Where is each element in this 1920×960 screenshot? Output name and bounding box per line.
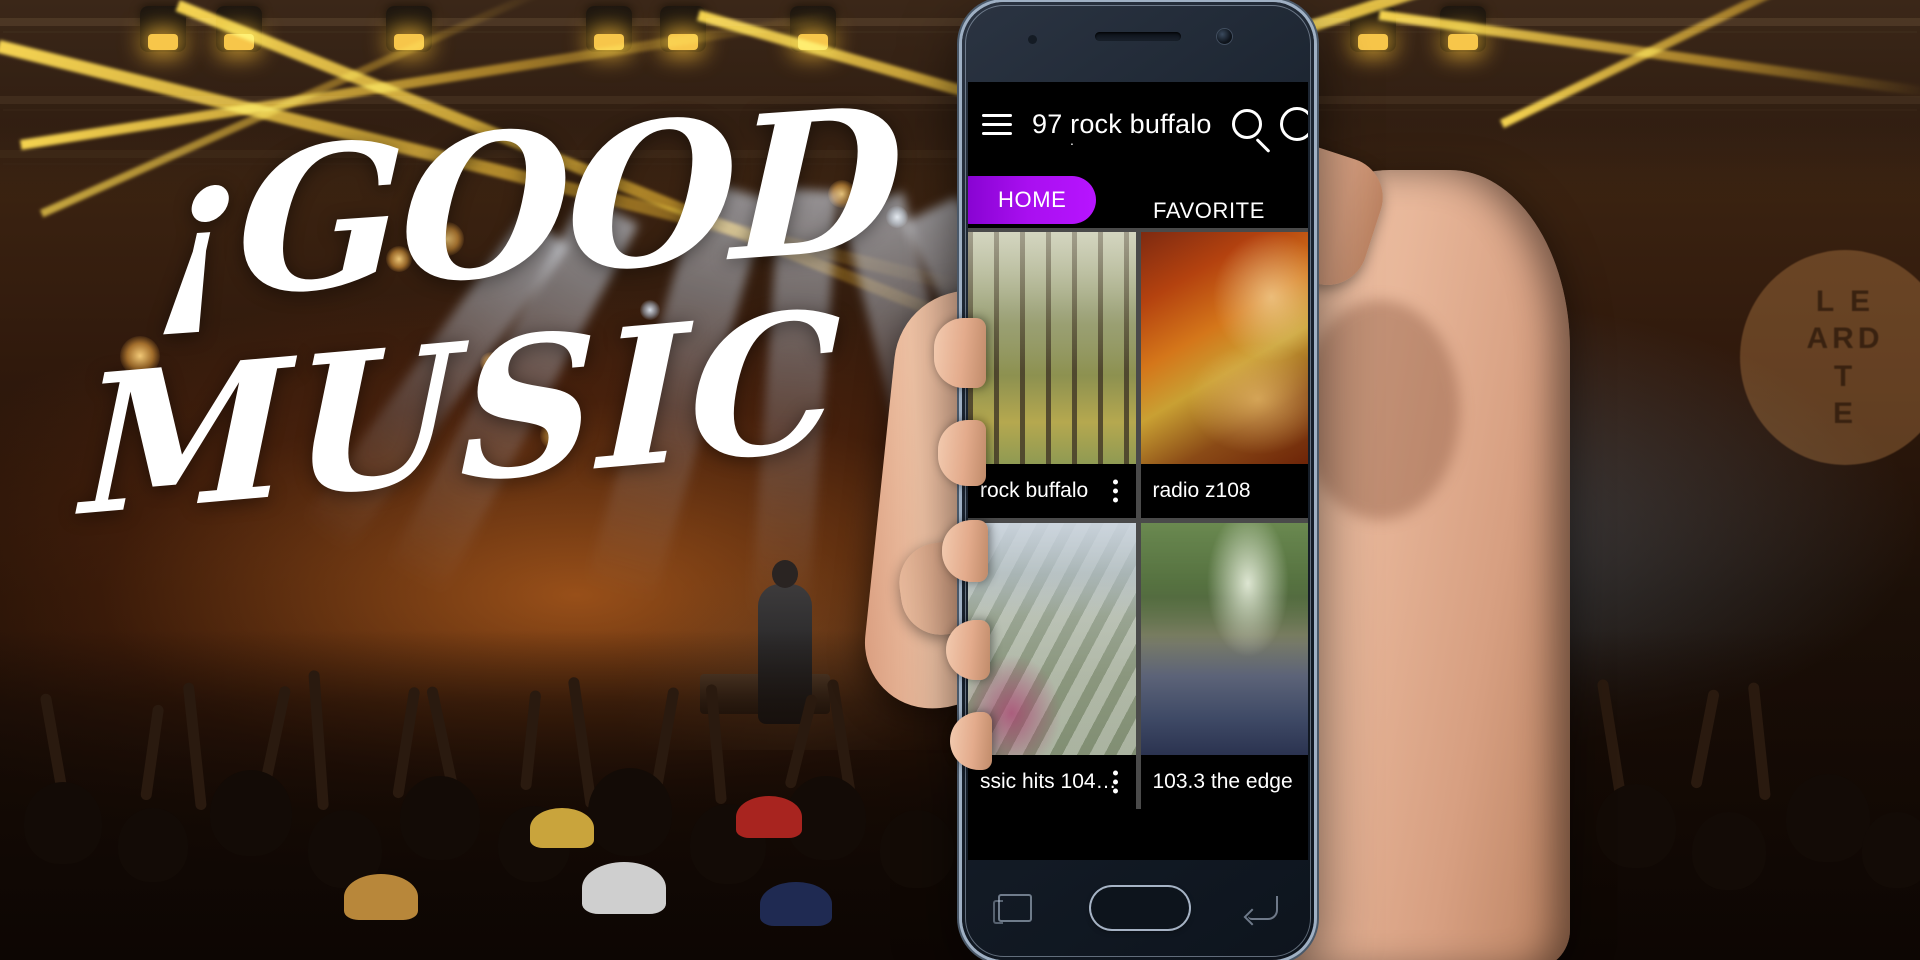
station-artwork: [1140, 523, 1308, 755]
bokeh-light: [120, 336, 160, 376]
raised-arm: [1690, 688, 1720, 790]
station-name: 103.3 the edge: [1152, 770, 1293, 793]
proximity-sensor: [1028, 35, 1037, 44]
station-tile[interactable]: 103.3 the edge: [1140, 523, 1308, 809]
venue-logo-line: L E: [1815, 284, 1875, 318]
home-button[interactable]: [1090, 887, 1189, 929]
crowd-head: [24, 782, 102, 864]
station-tile[interactable]: radio z108: [1140, 232, 1308, 518]
earpiece-speaker: [1095, 32, 1181, 41]
station-name: ssic hits 104…: [980, 770, 1117, 793]
station-label-row: 103.3 the edge: [1140, 755, 1308, 809]
bokeh-light: [886, 206, 908, 228]
tab-home[interactable]: HOME: [968, 176, 1097, 224]
recents-button[interactable]: [992, 894, 1032, 924]
raised-arm: [784, 693, 819, 790]
crowd-head: [210, 770, 292, 856]
crowd-head: [118, 808, 188, 882]
raised-arm: [182, 682, 207, 811]
app-title: 97 rock buffalo .: [1032, 108, 1212, 148]
fingertip: [938, 420, 986, 486]
raised-arm: [705, 683, 727, 805]
raised-arm: [140, 704, 165, 801]
venue-logo-line: T: [1833, 359, 1857, 393]
bokeh-light: [480, 352, 502, 374]
tab-favorite[interactable]: FAVORITE: [1153, 187, 1265, 235]
raised-arm: [392, 686, 421, 799]
bokeh-light: [760, 212, 784, 236]
venue-logo-line: E: [1832, 397, 1857, 430]
front-camera: [1217, 29, 1232, 44]
station-label-row: rock buffalo: [968, 464, 1136, 518]
raised-arm: [567, 676, 597, 809]
truss-beam: [0, 18, 1920, 26]
bokeh-light: [640, 300, 660, 320]
station-artwork: [968, 523, 1136, 755]
raised-arm: [308, 669, 329, 811]
kebab-icon[interactable]: [1112, 767, 1118, 798]
tab-bar: HOME FAVORITE RECENT: [968, 166, 1308, 228]
crowd-head: [880, 810, 954, 888]
search-icon[interactable]: [1232, 109, 1262, 139]
station-artwork: [1140, 232, 1308, 464]
station-label-row: ssic hits 104…: [968, 755, 1136, 809]
header-actions: [1232, 82, 1308, 166]
palm-shading: [1300, 300, 1460, 520]
crowd-cap: [582, 862, 666, 914]
circle-icon[interactable]: [1280, 107, 1308, 141]
raised-arm: [1596, 678, 1627, 803]
crowd-head: [1862, 812, 1920, 888]
back-button[interactable]: [1248, 896, 1279, 920]
app-header: 97 rock buffalo .: [968, 82, 1308, 166]
system-navigation-bar: [968, 860, 1308, 956]
crowd-cap: [344, 874, 418, 920]
hamburger-icon[interactable]: [982, 108, 1012, 141]
fingertip: [934, 318, 986, 388]
crowd-cap: [736, 796, 802, 838]
raised-arm: [1747, 682, 1771, 801]
bokeh-light: [540, 420, 570, 450]
bokeh-light: [386, 246, 412, 272]
smartphone: 97 rock buffalo . HOME FAVORITE RECENT r…: [962, 2, 1314, 960]
station-label-row: radio z108: [1140, 464, 1308, 518]
crowd-head: [400, 776, 480, 860]
station-name: rock buffalo: [980, 479, 1089, 502]
kebab-icon[interactable]: [1112, 476, 1118, 507]
station-tile[interactable]: rock buffalo: [968, 232, 1136, 518]
raised-arm: [520, 689, 542, 791]
crowd-head: [588, 768, 672, 856]
station-grid: rock buffalo radio z108 ssic hits 104… 1…: [968, 228, 1308, 809]
station-artwork: [968, 232, 1136, 464]
station-tile[interactable]: ssic hits 104…: [968, 523, 1136, 809]
crowd-cap: [530, 808, 594, 848]
bokeh-light: [430, 222, 464, 256]
crowd-head: [1786, 774, 1870, 862]
station-name: radio z108: [1152, 479, 1251, 502]
crowd-cap: [760, 882, 832, 926]
venue-logo-line: ARD: [1806, 322, 1884, 355]
crowd-head: [1596, 784, 1676, 868]
bokeh-light: [828, 180, 856, 208]
phone-screen[interactable]: 97 rock buffalo . HOME FAVORITE RECENT r…: [968, 82, 1308, 860]
crowd-head: [1692, 812, 1766, 890]
app-title-text: 97 rock buffalo: [1032, 108, 1212, 139]
